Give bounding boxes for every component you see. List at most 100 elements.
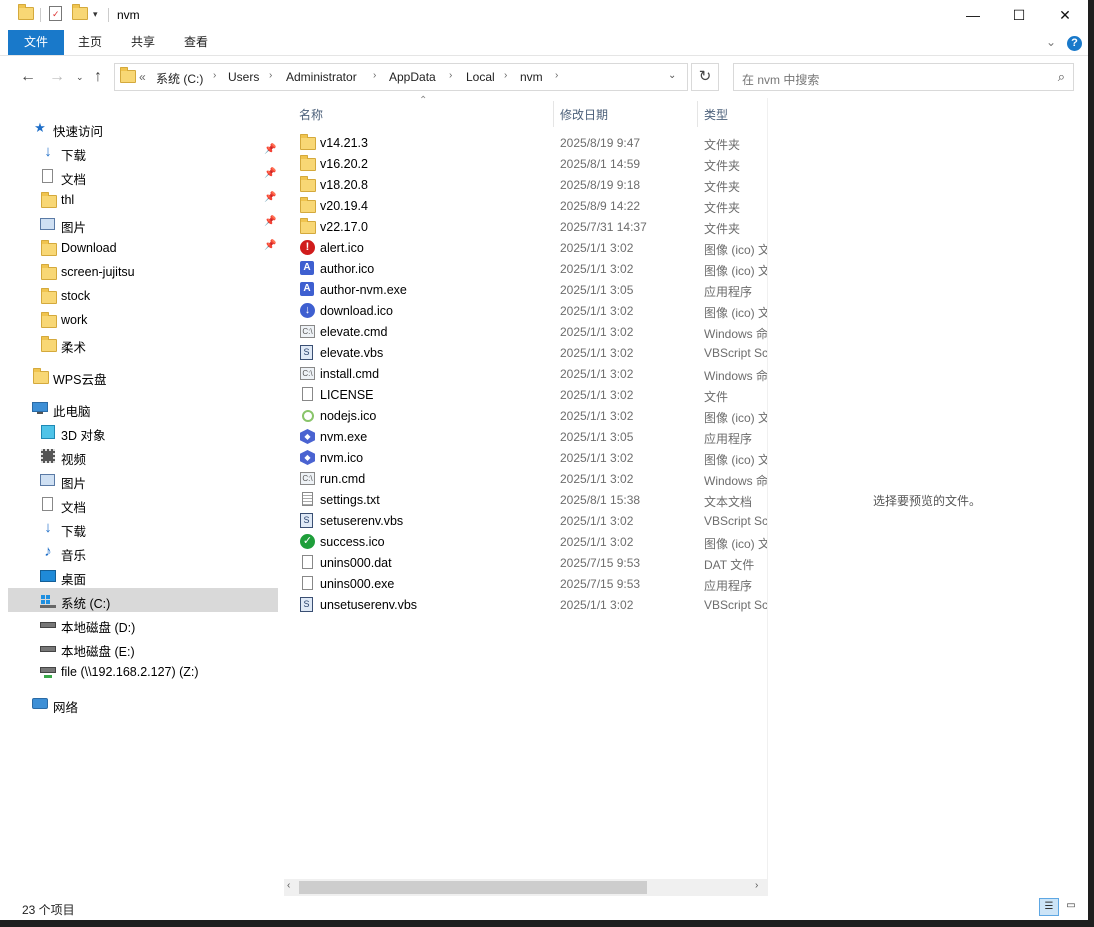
breadcrumb-item[interactable]: Local: [466, 70, 495, 84]
file-name: nvm.exe: [320, 430, 368, 444]
file-row[interactable]: v16.20.2 2025/8/1 14:59 文件夹: [296, 154, 768, 175]
sidebar-item-downloads-pc[interactable]: ↓ 下载: [8, 516, 278, 540]
sidebar-item-download-folder[interactable]: Download 📌: [8, 236, 278, 260]
breadcrumb-separator-icon[interactable]: ›: [269, 70, 272, 81]
horizontal-scrollbar[interactable]: ‹ ›: [284, 879, 768, 896]
pin-icon[interactable]: 📌: [264, 144, 276, 155]
file-row[interactable]: v14.21.3 2025/8/19 9:47 文件夹: [296, 133, 768, 154]
file-row[interactable]: Sunsetuserenv.vbs 2025/1/1 3:02 VBScript S…: [296, 595, 768, 616]
sidebar-item-stock[interactable]: stock: [8, 284, 278, 308]
sidebar-item-documents-pc[interactable]: 文档: [8, 492, 278, 516]
sidebar-item-screen-jujitsu[interactable]: screen-jujitsu: [8, 260, 278, 284]
column-header-date[interactable]: 修改日期: [560, 106, 608, 123]
sidebar-item-system-c[interactable]: 系统 (C:): [8, 588, 278, 612]
file-row[interactable]: ◆ nvm.exe 2025/1/1 3:05 应用程序: [296, 427, 768, 448]
breadcrumb-item[interactable]: Administrator: [286, 70, 357, 84]
scroll-right-icon[interactable]: ›: [755, 880, 758, 891]
tab-file[interactable]: 文件: [8, 30, 64, 55]
preview-divider[interactable]: [767, 98, 768, 896]
sidebar-item-network[interactable]: 网络: [8, 692, 278, 716]
chevron-down-icon[interactable]: ⌄: [1046, 35, 1056, 49]
sidebar-item-this-pc[interactable]: 此电脑: [8, 396, 278, 420]
forward-arrow-icon[interactable]: →: [49, 68, 65, 86]
scroll-left-icon[interactable]: ‹: [287, 880, 290, 891]
sidebar-item-3d-objects[interactable]: 3D 对象: [8, 420, 278, 444]
breadcrumb-item[interactable]: nvm: [520, 70, 543, 84]
tab-view[interactable]: 查看: [172, 30, 220, 55]
customize-quick-access-icon[interactable]: ▾: [93, 9, 98, 20]
pin-icon[interactable]: 📌: [264, 216, 276, 227]
breadcrumb-separator-icon[interactable]: ›: [213, 70, 216, 81]
sidebar-item-videos[interactable]: 视频: [8, 444, 278, 468]
search-input[interactable]: 在 nvm 中搜索: [742, 71, 819, 88]
details-view-icon[interactable]: ☰: [1039, 898, 1059, 916]
tab-home[interactable]: 主页: [66, 30, 114, 55]
file-row[interactable]: nodejs.ico 2025/1/1 3:02 图像 (ico) 文: [296, 406, 768, 427]
large-icons-view-icon[interactable]: ▭: [1061, 898, 1081, 916]
maximize-button[interactable]: ☐: [996, 0, 1042, 30]
tab-share[interactable]: 共享: [119, 30, 167, 55]
search-box[interactable]: 在 nvm 中搜索 ⌕: [733, 63, 1074, 91]
file-row[interactable]: v18.20.8 2025/8/19 9:18 文件夹: [296, 175, 768, 196]
new-folder-icon[interactable]: [72, 4, 88, 23]
file-row[interactable]: Aauthor-nvm.exe 2025/1/1 3:05 应用程序: [296, 280, 768, 301]
sidebar-item-desktop[interactable]: 桌面: [8, 564, 278, 588]
pin-icon[interactable]: 📌: [264, 168, 276, 179]
minimize-button[interactable]: —: [950, 0, 996, 30]
address-bar[interactable]: « 系统 (C:) › Users › Administrator › AppD…: [114, 63, 688, 91]
file-row[interactable]: ◆ nvm.ico 2025/1/1 3:02 图像 (ico) 文: [296, 448, 768, 469]
properties-icon[interactable]: ✓: [49, 6, 62, 21]
column-separator[interactable]: [697, 101, 698, 127]
sidebar-item-pictures[interactable]: 图片 📌: [8, 212, 278, 236]
address-dropdown-icon[interactable]: ⌄: [668, 70, 676, 81]
pin-icon[interactable]: 📌: [264, 192, 276, 203]
sidebar-item-work[interactable]: work: [8, 308, 278, 332]
file-row[interactable]: C:\ run.cmd 2025/1/1 3:02 Windows 命: [296, 469, 768, 490]
breadcrumb-item[interactable]: Users: [228, 70, 259, 84]
sidebar-item-thl[interactable]: thl 📌: [8, 188, 278, 212]
sidebar-item-wps-cloud[interactable]: WPS云盘: [8, 364, 278, 388]
file-row[interactable]: C:\ install.cmd 2025/1/1 3:02 Windows 命: [296, 364, 768, 385]
file-row[interactable]: v20.19.4 2025/8/9 14:22 文件夹: [296, 196, 768, 217]
breadcrumb-separator-icon[interactable]: ›: [555, 70, 558, 81]
sidebar-item-drive-d[interactable]: 本地磁盘 (D:): [8, 612, 278, 636]
file-row[interactable]: ↓ download.ico 2025/1/1 3:02 图像 (ico) 文: [296, 301, 768, 322]
file-row[interactable]: LICENSE 2025/1/1 3:02 文件: [296, 385, 768, 406]
file-row[interactable]: ! alert.ico 2025/1/1 3:02 图像 (ico) 文: [296, 238, 768, 259]
refresh-icon[interactable]: ↻: [691, 63, 719, 91]
close-button[interactable]: ✕: [1042, 0, 1088, 30]
column-separator[interactable]: [553, 101, 554, 127]
up-arrow-icon[interactable]: ↑: [94, 68, 102, 86]
breadcrumb-item[interactable]: AppData: [389, 70, 436, 84]
file-row[interactable]: Aauthor.ico 2025/1/1 3:02 图像 (ico) 文: [296, 259, 768, 280]
breadcrumb-separator-icon[interactable]: ›: [373, 70, 376, 81]
file-row[interactable]: settings.txt 2025/8/1 15:38 文本文档: [296, 490, 768, 511]
search-icon[interactable]: ⌕: [1058, 69, 1065, 85]
breadcrumb-separator-icon[interactable]: ›: [504, 70, 507, 81]
sidebar-item-network-drive-z[interactable]: file (\\192.168.2.127) (Z:): [8, 660, 278, 684]
breadcrumb-item[interactable]: 系统 (C:): [156, 70, 203, 87]
file-row[interactable]: v22.17.0 2025/7/31 14:37 文件夹: [296, 217, 768, 238]
column-header-name[interactable]: 名称: [299, 106, 323, 123]
file-row[interactable]: unins000.exe 2025/7/15 9:53 应用程序: [296, 574, 768, 595]
scrollbar-thumb[interactable]: [299, 881, 647, 894]
breadcrumb-overflow[interactable]: «: [139, 70, 146, 84]
column-header-type[interactable]: 类型: [704, 106, 728, 123]
pin-icon[interactable]: 📌: [264, 240, 276, 251]
sidebar-item-drive-e[interactable]: 本地磁盘 (E:): [8, 636, 278, 660]
file-row[interactable]: Ssetuserenv.vbs 2025/1/1 3:02 VBScript Sc: [296, 511, 768, 532]
back-arrow-icon[interactable]: ←: [20, 68, 36, 86]
help-icon[interactable]: ?: [1067, 36, 1082, 51]
recent-locations-icon[interactable]: ⌄: [76, 72, 84, 83]
sidebar-item-jiu-jitsu[interactable]: 柔术: [8, 332, 278, 356]
sidebar-item-downloads[interactable]: ↓ 下载 📌: [8, 140, 278, 164]
file-row[interactable]: ✓ success.ico 2025/1/1 3:02 图像 (ico) 文: [296, 532, 768, 553]
sidebar-item-documents[interactable]: 文档 📌: [8, 164, 278, 188]
breadcrumb-separator-icon[interactable]: ›: [449, 70, 452, 81]
file-row[interactable]: unins000.dat 2025/7/15 9:53 DAT 文件: [296, 553, 768, 574]
file-row[interactable]: Selevate.vbs 2025/1/1 3:02 VBScript Sc: [296, 343, 768, 364]
sidebar-item-music[interactable]: ♪ 音乐: [8, 540, 278, 564]
sidebar-item-quick-access[interactable]: ★ 快速访问: [8, 116, 278, 140]
sidebar-item-pictures-pc[interactable]: 图片: [8, 468, 278, 492]
file-row[interactable]: C:\ elevate.cmd 2025/1/1 3:02 Windows 命: [296, 322, 768, 343]
